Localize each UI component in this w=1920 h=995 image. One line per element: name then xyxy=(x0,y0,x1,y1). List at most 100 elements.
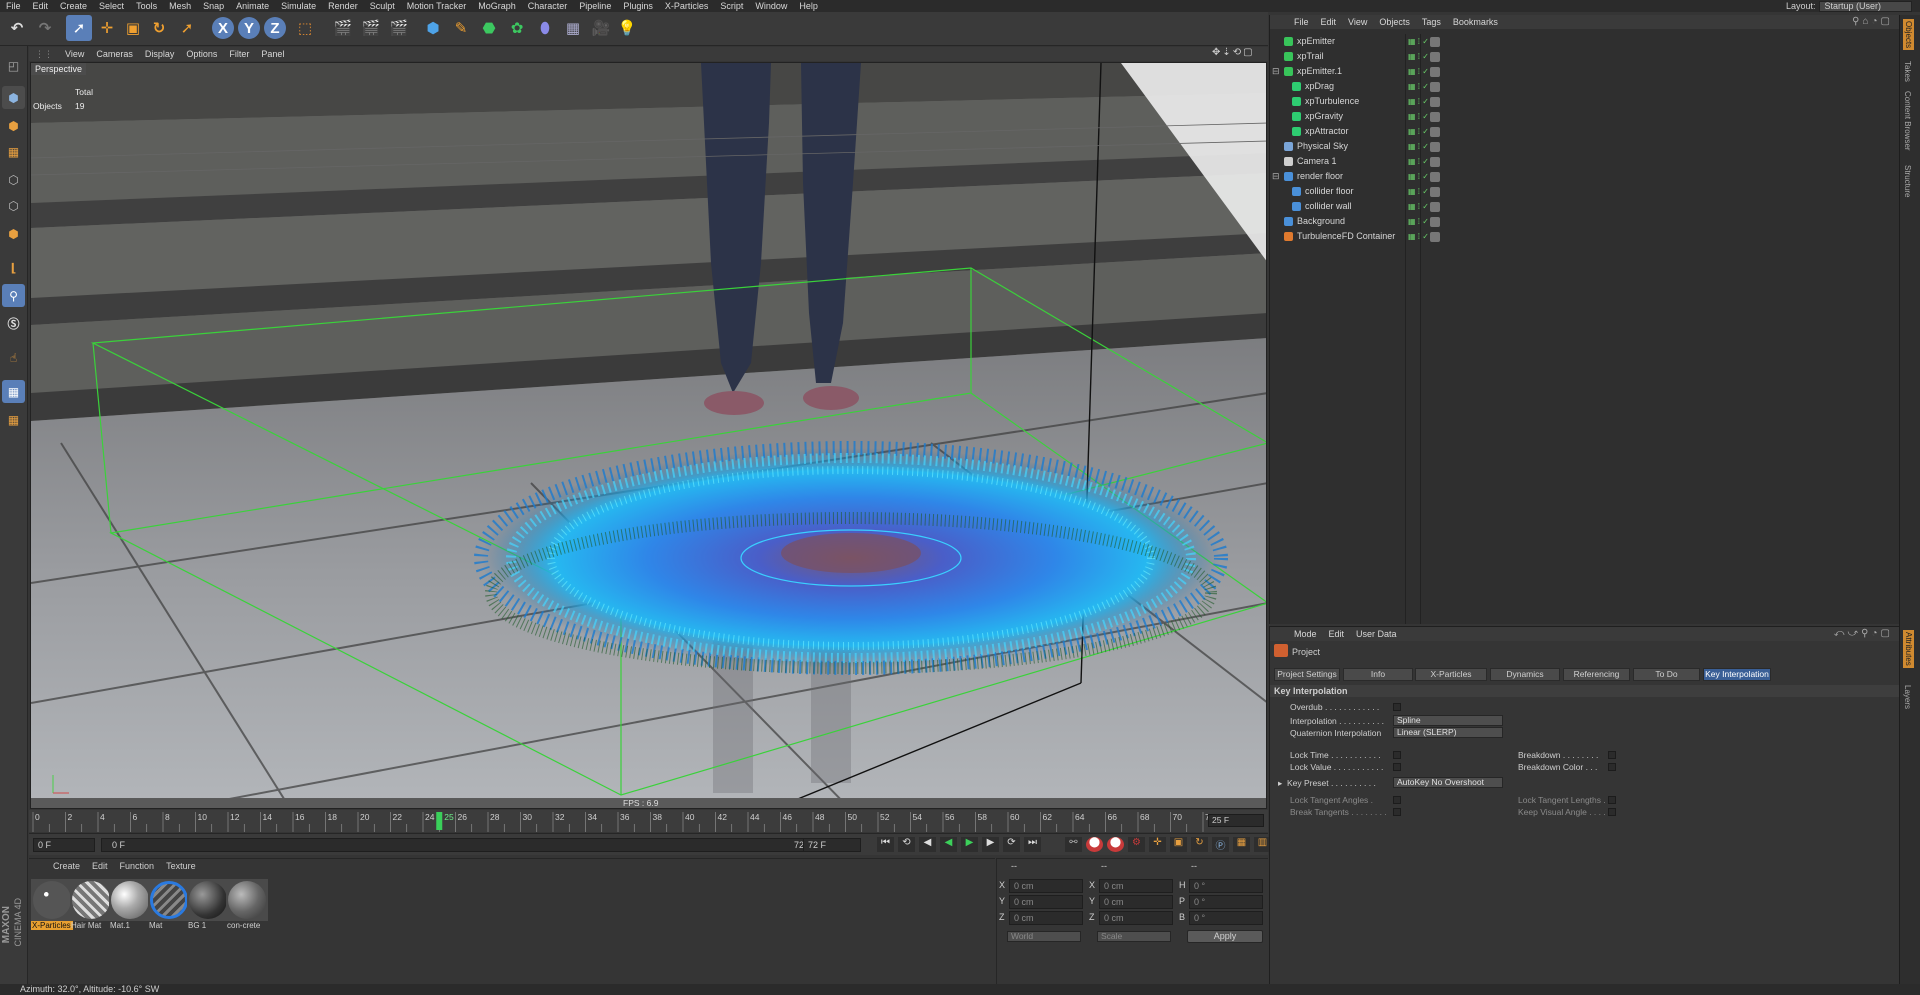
material-menu-texture[interactable]: Texture xyxy=(160,861,202,871)
material-menu-function[interactable]: Function xyxy=(114,861,161,871)
viewport-menu-panel[interactable]: Panel xyxy=(255,49,290,59)
go-to-start-icon[interactable]: ⏮ xyxy=(877,837,894,852)
play-forward-icon[interactable]: ▶ xyxy=(961,837,978,852)
attribute-tab-dynamics[interactable]: Dynamics xyxy=(1490,668,1560,681)
go-to-end-icon[interactable]: ⏭ xyxy=(1024,837,1041,852)
menu-character[interactable]: Character xyxy=(522,1,574,11)
playhead-marker[interactable] xyxy=(436,812,443,830)
render-picture-viewer-icon[interactable]: 🎬 xyxy=(358,15,384,41)
menu-simulate[interactable]: Simulate xyxy=(275,1,322,11)
material-menu-edit[interactable]: Edit xyxy=(86,861,114,871)
visibility-dots-icon[interactable]: ▦ ⁞ ✓ xyxy=(1408,139,1429,154)
lock-time-checkbox[interactable] xyxy=(1393,751,1401,759)
motion-path-icon[interactable]: ⚯ xyxy=(1065,837,1082,852)
viewport-menu-options[interactable]: Options xyxy=(180,49,223,59)
coord-field[interactable]: 0 cm xyxy=(1099,895,1173,909)
object-row-xpturbulence[interactable]: xpTurbulence ▦ ⁞ ✓ xyxy=(1270,94,1900,109)
material-x-particles[interactable]: X-Particles xyxy=(31,879,73,930)
axis-mode-icon[interactable]: ⌊ xyxy=(2,256,25,279)
lock-value-checkbox[interactable] xyxy=(1393,763,1401,771)
object-row-collider-floor[interactable]: collider floor ▦ ⁞ ✓ xyxy=(1270,184,1900,199)
next-frame-icon[interactable]: ▶ xyxy=(982,837,999,852)
attribute-menu-mode[interactable]: Mode xyxy=(1288,629,1323,639)
interpolation-dropdown[interactable]: Spline xyxy=(1393,715,1503,726)
attribute-tab-info[interactable]: Info xyxy=(1343,668,1413,681)
menu-tools[interactable]: Tools xyxy=(130,1,163,11)
attribute-tab-x-particles[interactable]: X-Particles xyxy=(1415,668,1487,681)
axis-y-button[interactable]: Y xyxy=(238,17,260,39)
menu-file[interactable]: File xyxy=(0,1,27,11)
tweak-icon[interactable]: ⚲ xyxy=(2,284,25,307)
render-view-icon[interactable]: 🎬 xyxy=(330,15,356,41)
lock-tangent-angles-checkbox[interactable] xyxy=(1393,796,1401,804)
tag-icon[interactable] xyxy=(1430,37,1440,47)
object-row-xpemitter-1[interactable]: ⊟ xpEmitter.1 ▦ ⁞ ✓ xyxy=(1270,64,1900,79)
tag-icon[interactable] xyxy=(1430,82,1440,92)
undo-icon[interactable]: ↶ xyxy=(4,15,30,41)
workplane-icon[interactable]: ▦ xyxy=(2,140,25,163)
tab-structure[interactable]: Structure xyxy=(1903,165,1912,197)
key-preset-dropdown[interactable]: AutoKey No Overshoot xyxy=(1393,777,1503,788)
coord-field[interactable]: 0 ° xyxy=(1189,879,1263,893)
keyframe-selection-icon[interactable]: ⚙ xyxy=(1128,837,1145,852)
menu-x-particles[interactable]: X-Particles xyxy=(659,1,715,11)
position-key-icon[interactable]: ✛ xyxy=(1149,837,1166,852)
texture-mode-icon[interactable]: ⬢ xyxy=(2,114,25,137)
tag-icon[interactable] xyxy=(1430,232,1440,242)
object-row-camera-1[interactable]: Camera 1 ▦ ⁞ ✓ xyxy=(1270,154,1900,169)
make-editable-icon[interactable]: ◰ xyxy=(2,54,25,77)
viewport-menu-cameras[interactable]: Cameras xyxy=(90,49,139,59)
coord-size-dropdown[interactable]: Scale xyxy=(1097,931,1171,942)
pla-key-icon[interactable]: ▦ xyxy=(1233,837,1250,852)
expand-icon[interactable]: ⊟ xyxy=(1272,169,1280,184)
menu-script[interactable]: Script xyxy=(714,1,749,11)
expand-icon[interactable]: ⊟ xyxy=(1272,64,1280,79)
menu-select[interactable]: Select xyxy=(93,1,130,11)
tag-icon[interactable] xyxy=(1430,202,1440,212)
tag-icon[interactable] xyxy=(1430,67,1440,77)
move-icon[interactable]: ✛ xyxy=(94,15,120,41)
snap-icon[interactable]: Ⓢ xyxy=(2,312,25,335)
live-selection-icon[interactable]: ➚ xyxy=(66,15,92,41)
cube-primitive-icon[interactable]: ⬢ xyxy=(420,15,446,41)
tag-icon[interactable] xyxy=(1430,187,1440,197)
material-bg-1[interactable]: BG 1 xyxy=(187,879,229,930)
viewport-menu-view[interactable]: View xyxy=(59,49,90,59)
previous-key-icon[interactable]: ⟲ xyxy=(898,837,915,852)
coord-field[interactable]: 0 cm xyxy=(1009,895,1083,909)
tag-icon[interactable] xyxy=(1430,112,1440,122)
visibility-dots-icon[interactable]: ▦ ⁞ ✓ xyxy=(1408,34,1429,49)
play-backward-icon[interactable]: ◀ xyxy=(940,837,957,852)
tab-attributes[interactable]: Attributes xyxy=(1903,630,1914,668)
viewport-nav-icons[interactable]: ✥⇣⟲▢ xyxy=(1212,47,1255,58)
object-row-xpdrag[interactable]: xpDrag ▦ ⁞ ✓ xyxy=(1270,79,1900,94)
autokey-icon[interactable]: ⬤ xyxy=(1107,837,1124,852)
frame-range-slider[interactable]: 0 F 72 F xyxy=(101,838,827,852)
previous-frame-icon[interactable]: ◀ xyxy=(919,837,936,852)
visibility-dots-icon[interactable]: ▦ ⁞ ✓ xyxy=(1408,94,1429,109)
attribute-manager-nav-icons[interactable]: ⤺⤻⚲◔▢ xyxy=(1834,628,1893,639)
menu-window[interactable]: Window xyxy=(749,1,793,11)
object-menu-file[interactable]: File xyxy=(1288,17,1315,27)
tag-icon[interactable] xyxy=(1430,172,1440,182)
coord-field[interactable]: 0 cm xyxy=(1099,879,1173,893)
viewport-perspective[interactable]: Perspective Total Objects 19 FPS : 6.9 xyxy=(30,62,1267,809)
object-row-xptrail[interactable]: xpTrail ▦ ⁞ ✓ xyxy=(1270,49,1900,64)
quaternion-dropdown[interactable]: Linear (SLERP) xyxy=(1393,727,1503,738)
object-row-xpemitter[interactable]: xpEmitter ▦ ⁞ ✓ xyxy=(1270,34,1900,49)
attribute-tab-project-settings[interactable]: Project Settings xyxy=(1274,668,1340,681)
coordinate-system-icon[interactable]: ⬚ xyxy=(292,15,318,41)
material-hair-mat[interactable]: Hair Mat xyxy=(70,879,112,930)
timeline-ruler[interactable]: 0 2 4 6 8 10 12 14 16 18 20 22 24 26 28 30 32 34 36 38 40 42 4… xyxy=(29,810,1268,832)
planar-workplane-icon[interactable]: ▦ xyxy=(2,408,25,431)
locked-workplane-icon[interactable]: ☝ xyxy=(2,346,25,369)
material-mat[interactable]: Mat xyxy=(148,879,190,930)
axis-z-button[interactable]: Z xyxy=(264,17,286,39)
apply-button[interactable]: Apply xyxy=(1187,930,1263,943)
visibility-dots-icon[interactable]: ▦ ⁞ ✓ xyxy=(1408,184,1429,199)
object-manager-nav-icons[interactable]: ⚲⌂◔▢ xyxy=(1852,16,1893,27)
attribute-tab-referencing[interactable]: Referencing xyxy=(1563,668,1630,681)
rotation-key-icon[interactable]: ↻ xyxy=(1191,837,1208,852)
coord-field[interactable]: 0 ° xyxy=(1189,911,1263,925)
light-icon[interactable]: 💡 xyxy=(614,15,640,41)
